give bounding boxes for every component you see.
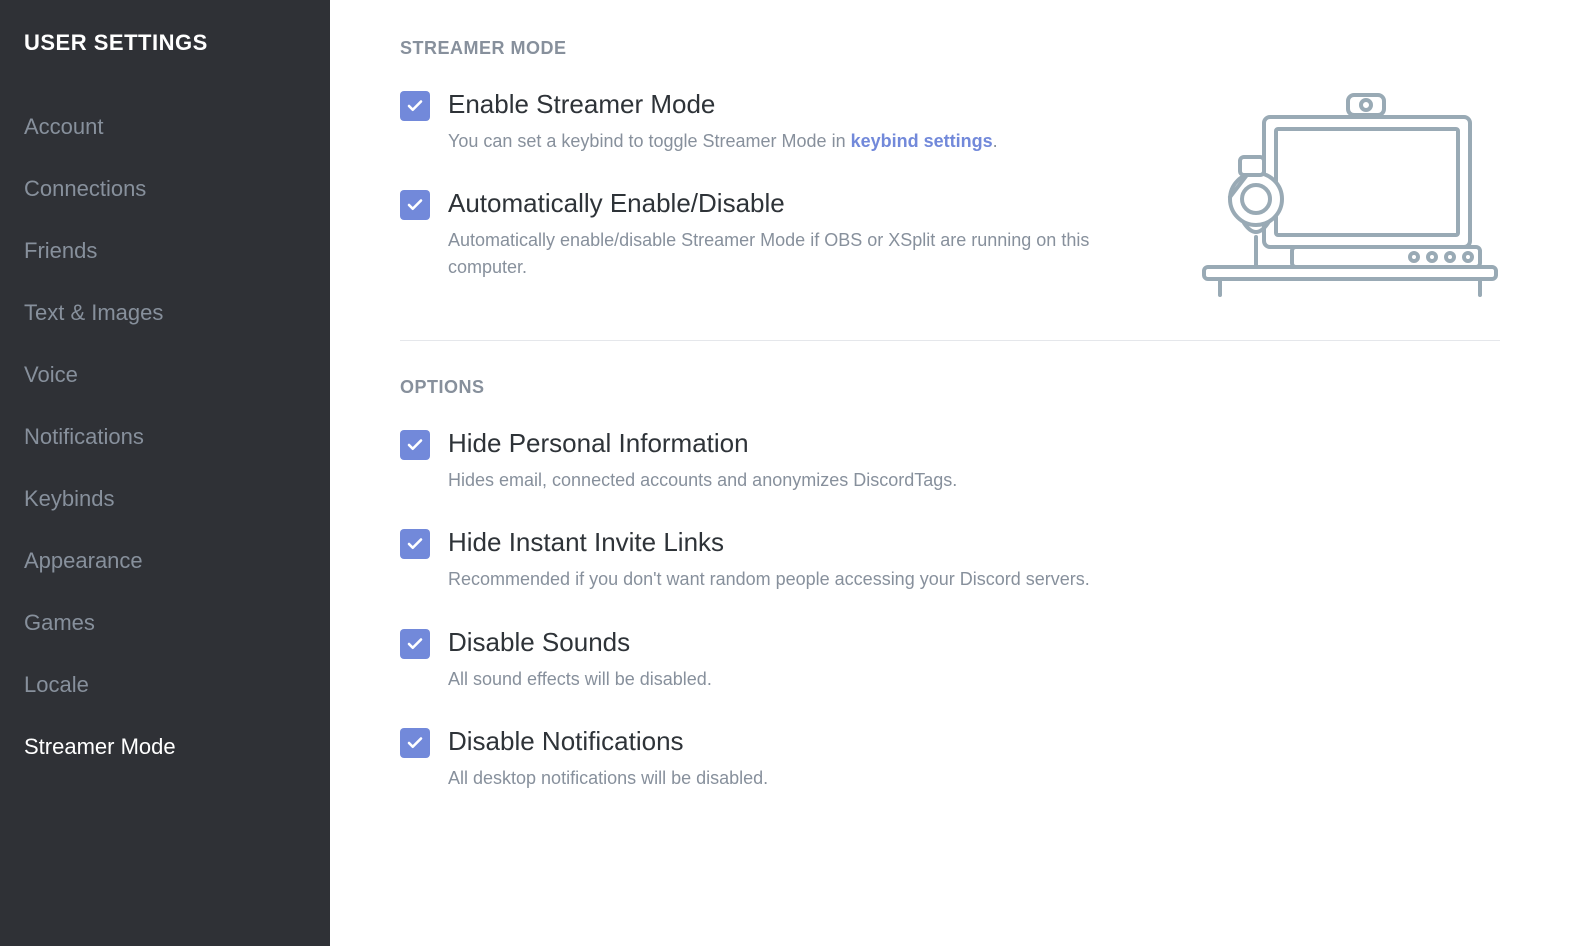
streamer-illustration [1200,89,1500,304]
keybind-settings-link[interactable]: keybind settings [851,131,993,151]
setting-title: Disable Sounds [448,627,1500,658]
sidebar-item-locale[interactable]: Locale [24,654,306,716]
check-icon [406,635,424,653]
setting-title: Automatically Enable/Disable [448,188,1160,219]
sidebar-item-appearance[interactable]: Appearance [24,530,306,592]
checkbox-enable-streamer-mode[interactable] [400,91,430,121]
check-icon [406,97,424,115]
sidebar-item-voice[interactable]: Voice [24,344,306,406]
setting-title: Hide Instant Invite Links [448,527,1500,558]
sidebar-item-text-images[interactable]: Text & Images [24,282,306,344]
setting-disable-sounds: Disable Sounds All sound effects will be… [400,627,1500,692]
checkbox-hide-personal-info[interactable] [400,430,430,460]
section-header-options: OPTIONS [400,377,1500,398]
setting-desc: You can set a keybind to toggle Streamer… [448,128,1160,154]
setting-title: Disable Notifications [448,726,1500,757]
setting-auto-enable-disable: Automatically Enable/Disable Automatical… [400,188,1160,279]
sidebar-item-account[interactable]: Account [24,96,306,158]
desc-text-post: . [993,131,998,151]
section-header-streamer-mode: STREAMER MODE [400,38,1500,59]
desc-text-pre: You can set a keybind to toggle Streamer… [448,131,851,151]
sidebar-item-friends[interactable]: Friends [24,220,306,282]
setting-hide-personal-info: Hide Personal Information Hides email, c… [400,428,1500,493]
sidebar-item-keybinds[interactable]: Keybinds [24,468,306,530]
main-content: STREAMER MODE Enable Streamer Mode You c… [330,0,1570,946]
monitor-mic-icon [1200,89,1500,299]
sidebar-item-streamer-mode[interactable]: Streamer Mode [24,716,306,778]
setting-enable-streamer-mode: Enable Streamer Mode You can set a keybi… [400,89,1160,154]
setting-desc: All desktop notifications will be disabl… [448,765,1500,791]
setting-desc: All sound effects will be disabled. [448,666,1500,692]
check-icon [406,436,424,454]
check-icon [406,196,424,214]
check-icon [406,535,424,553]
sidebar-item-notifications[interactable]: Notifications [24,406,306,468]
checkbox-disable-sounds[interactable] [400,629,430,659]
setting-desc: Recommended if you don't want random peo… [448,566,1500,592]
setting-desc: Hides email, connected accounts and anon… [448,467,1500,493]
section-divider [400,340,1500,341]
setting-disable-notifications: Disable Notifications All desktop notifi… [400,726,1500,791]
sidebar-item-games[interactable]: Games [24,592,306,654]
sidebar-title: USER SETTINGS [24,30,306,56]
setting-desc: Automatically enable/disable Streamer Mo… [448,227,1160,279]
sidebar: USER SETTINGS Account Connections Friend… [0,0,330,946]
checkbox-hide-invite-links[interactable] [400,529,430,559]
check-icon [406,734,424,752]
setting-title: Enable Streamer Mode [448,89,1160,120]
checkbox-auto-enable-disable[interactable] [400,190,430,220]
setting-title: Hide Personal Information [448,428,1500,459]
checkbox-disable-notifications[interactable] [400,728,430,758]
sidebar-item-connections[interactable]: Connections [24,158,306,220]
setting-hide-invite-links: Hide Instant Invite Links Recommended if… [400,527,1500,592]
